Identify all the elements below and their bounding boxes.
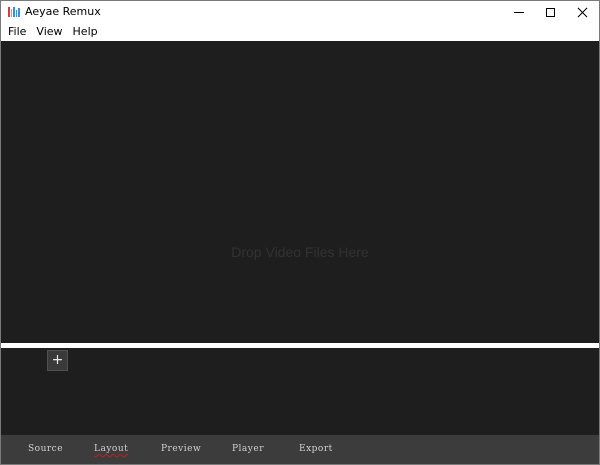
close-button[interactable] xyxy=(566,1,598,23)
minimize-icon xyxy=(514,11,524,13)
menu-view[interactable]: View xyxy=(31,23,67,41)
app-icon xyxy=(8,7,20,17)
tab-source[interactable]: Source xyxy=(28,444,63,454)
app-window: Aeyae Remux File View Help Drop Video Fi… xyxy=(0,0,600,465)
maximize-icon xyxy=(545,7,555,17)
add-track-button[interactable]: + xyxy=(47,350,68,371)
drop-hint: Drop Video Files Here xyxy=(231,244,369,260)
tab-preview[interactable]: Preview xyxy=(161,444,201,454)
minimize-button[interactable] xyxy=(503,1,535,23)
tab-player[interactable]: Player xyxy=(232,444,264,454)
tab-export[interactable]: Export xyxy=(299,444,333,454)
close-icon xyxy=(577,7,588,18)
drop-zone[interactable]: Drop Video Files Here xyxy=(1,41,599,343)
main-content: Drop Video Files Here + Source Layout Pr… xyxy=(1,41,599,464)
menu-file[interactable]: File xyxy=(3,23,31,41)
maximize-button[interactable] xyxy=(534,1,566,23)
menu-bar: File View Help xyxy=(1,23,599,41)
title-bar[interactable]: Aeyae Remux xyxy=(1,1,599,23)
bottom-tab-bar: Source Layout Preview Player Export xyxy=(1,435,599,464)
window-title: Aeyae Remux xyxy=(25,5,101,18)
tab-layout[interactable]: Layout xyxy=(94,444,128,454)
menu-help[interactable]: Help xyxy=(68,23,103,41)
track-area: + xyxy=(1,348,599,435)
